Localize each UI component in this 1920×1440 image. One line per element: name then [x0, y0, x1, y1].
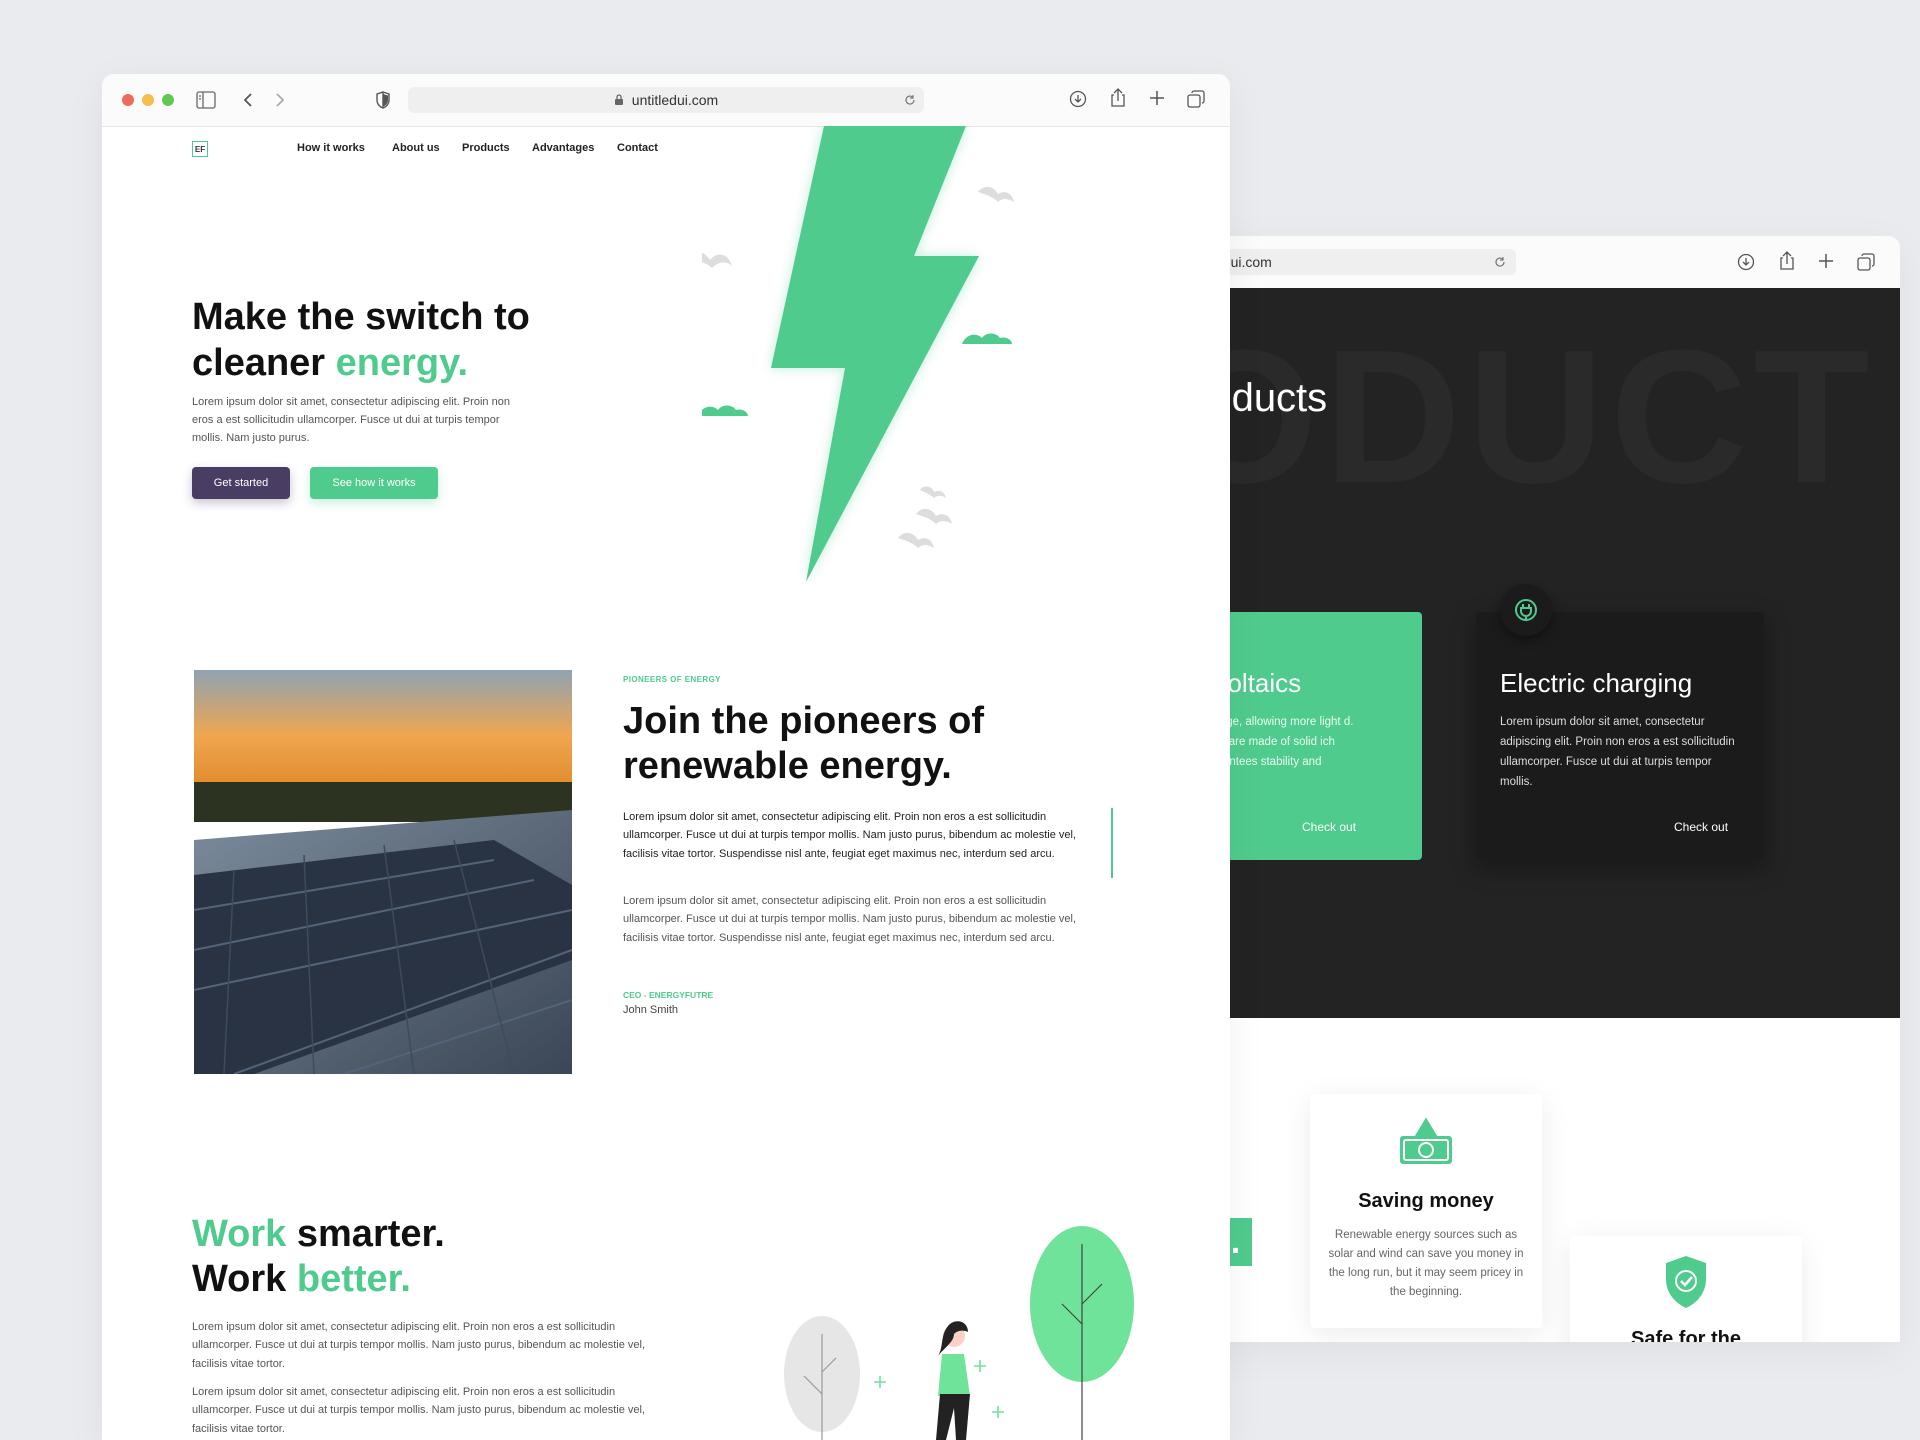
pioneers-accent-bar [1111, 808, 1113, 878]
hero-title-line1: Make the switch to [192, 296, 530, 338]
maximize-window-icon[interactable] [162, 94, 174, 106]
close-window-icon[interactable] [122, 94, 134, 106]
get-started-button[interactable]: Get started [192, 467, 290, 499]
pioneers-title-line2: renewable energy. [623, 745, 952, 787]
sparkle-icon [974, 1360, 986, 1372]
work-title-line2: Work better. [192, 1257, 445, 1302]
pioneers-title: Join the pioneers of renewable energy. [623, 699, 984, 789]
sidebar-toggle-icon[interactable] [196, 91, 216, 109]
lock-icon [614, 94, 623, 105]
back-arrow-icon[interactable] [242, 92, 254, 108]
work-title-smarter: smarter. [286, 1213, 445, 1255]
nav-contact[interactable]: Contact [617, 142, 658, 154]
hero-title: Make the switch to cleaner energy. [192, 294, 712, 386]
bird-icon [920, 486, 946, 498]
saving-money-body: Renewable energy sources such as solar a… [1328, 1229, 1524, 1298]
hero-title-energy: energy. [335, 342, 469, 384]
back-address-bar[interactable]: tledui.com [1200, 249, 1516, 275]
advantages-section: y s. Saving money Renewable energy sourc… [1200, 1018, 1900, 1342]
work-illustration [784, 1226, 1134, 1440]
see-how-it-works-button[interactable]: See how it works [310, 467, 438, 499]
products-section: ODUCT roducts ovoltaics re large, allowi… [1200, 288, 1900, 1018]
new-tab-icon[interactable] [1818, 253, 1834, 269]
back-browser-toolbar: tledui.com [1200, 236, 1900, 289]
share-icon[interactable] [1778, 251, 1796, 271]
pioneers-title-line1: Join the pioneers of [623, 700, 985, 742]
bird-icon [702, 252, 732, 268]
tabs-overview-icon[interactable] [1857, 253, 1875, 271]
pioneers-paragraph-2: Lorem ipsum dolor sit amet, consectetur … [623, 895, 1077, 944]
saving-money-card: Saving money Renewable energy sources su… [1310, 1094, 1542, 1328]
electric-charging-card: Electric charging Lorem ipsum dolor sit … [1476, 612, 1764, 860]
photovoltaics-card: ovoltaics re large, allowing more light … [1200, 612, 1422, 860]
share-icon[interactable] [1109, 88, 1127, 108]
sparkle-icon [874, 1376, 886, 1388]
hero-title-cleaner: cleaner [192, 342, 336, 384]
nav-how-it-works[interactable]: How it works [297, 142, 365, 154]
nav-advantages[interactable]: Advantages [532, 142, 594, 154]
saving-money-title: Saving money [1358, 1190, 1494, 1212]
work-title-work-2: Work [192, 1258, 297, 1300]
hero-body: Lorem ipsum dolor sit amet, consectetur … [192, 396, 510, 444]
cloud-icon [702, 405, 748, 416]
plug-icon [1515, 599, 1537, 621]
bird-icon [978, 186, 1014, 202]
download-icon[interactable] [1069, 90, 1087, 108]
electric-charging-check-out-link[interactable]: Check out [1674, 820, 1728, 834]
minimize-window-icon[interactable] [142, 94, 154, 106]
work-title-line1: Work smarter. [192, 1212, 445, 1257]
work-paragraph-2: Lorem ipsum dolor sit amet, consectetur … [192, 1386, 646, 1435]
electric-charging-card-title: Electric charging [1500, 668, 1693, 698]
woman-walking-icon [936, 1321, 970, 1440]
privacy-shield-icon[interactable] [375, 91, 391, 109]
download-icon[interactable] [1737, 253, 1755, 271]
work-title-better: better. [296, 1258, 411, 1300]
quote-author-role: CEO - ENERGYFUTRE [623, 990, 714, 1000]
money-icon [1400, 1114, 1452, 1164]
pioneers-paragraph-1: Lorem ipsum dolor sit amet, consectetur … [623, 811, 1077, 860]
hero-illustration [702, 126, 1014, 582]
bird-icon [898, 532, 934, 548]
photovoltaics-check-out-link[interactable]: Check out [1302, 820, 1356, 834]
sparkle-icon [992, 1406, 1004, 1418]
solar-roof-photo [194, 670, 572, 1074]
lightning-bolt-icon [771, 126, 979, 582]
plug-icon-badge [1500, 584, 1552, 636]
nav-products[interactable]: Products [462, 142, 510, 154]
front-browser-window: untitledui.com EF How it works About us … [102, 74, 1230, 1440]
new-tab-icon[interactable] [1149, 90, 1165, 106]
reload-icon[interactable] [1494, 256, 1506, 268]
pioneers-eyebrow: PIONEERS OF ENERGY [623, 675, 721, 684]
reload-icon[interactable] [904, 94, 916, 106]
bird-icon [916, 508, 952, 524]
hero-title-line2: cleaner energy. [192, 340, 712, 386]
front-address-bar[interactable]: untitledui.com [408, 87, 924, 113]
forward-arrow-icon[interactable] [274, 92, 286, 108]
quote-author-name: John Smith [623, 1004, 679, 1016]
cloud-icon [962, 333, 1012, 344]
front-browser-toolbar: untitledui.com [102, 74, 1230, 127]
front-url-text: untitledui.com [631, 92, 719, 108]
shield-check-icon [1666, 1256, 1706, 1308]
electric-charging-card-body: Lorem ipsum dolor sit amet, consectetur … [1500, 716, 1735, 788]
work-paragraph-1: Lorem ipsum dolor sit amet, consectetur … [192, 1321, 646, 1370]
back-browser-window: tledui.com ODUCT roducts ovoltaics re la… [1200, 236, 1900, 1342]
nav-about-us[interactable]: About us [392, 142, 440, 154]
work-title-work-1: Work [192, 1213, 287, 1255]
safe-card-title: Safe for the [1630, 1328, 1742, 1342]
work-title: Work smarter. Work better. [192, 1212, 445, 1302]
site-logo[interactable]: EF [192, 141, 208, 157]
tabs-overview-icon[interactable] [1187, 90, 1205, 108]
safe-card: Safe for the [1570, 1236, 1802, 1342]
